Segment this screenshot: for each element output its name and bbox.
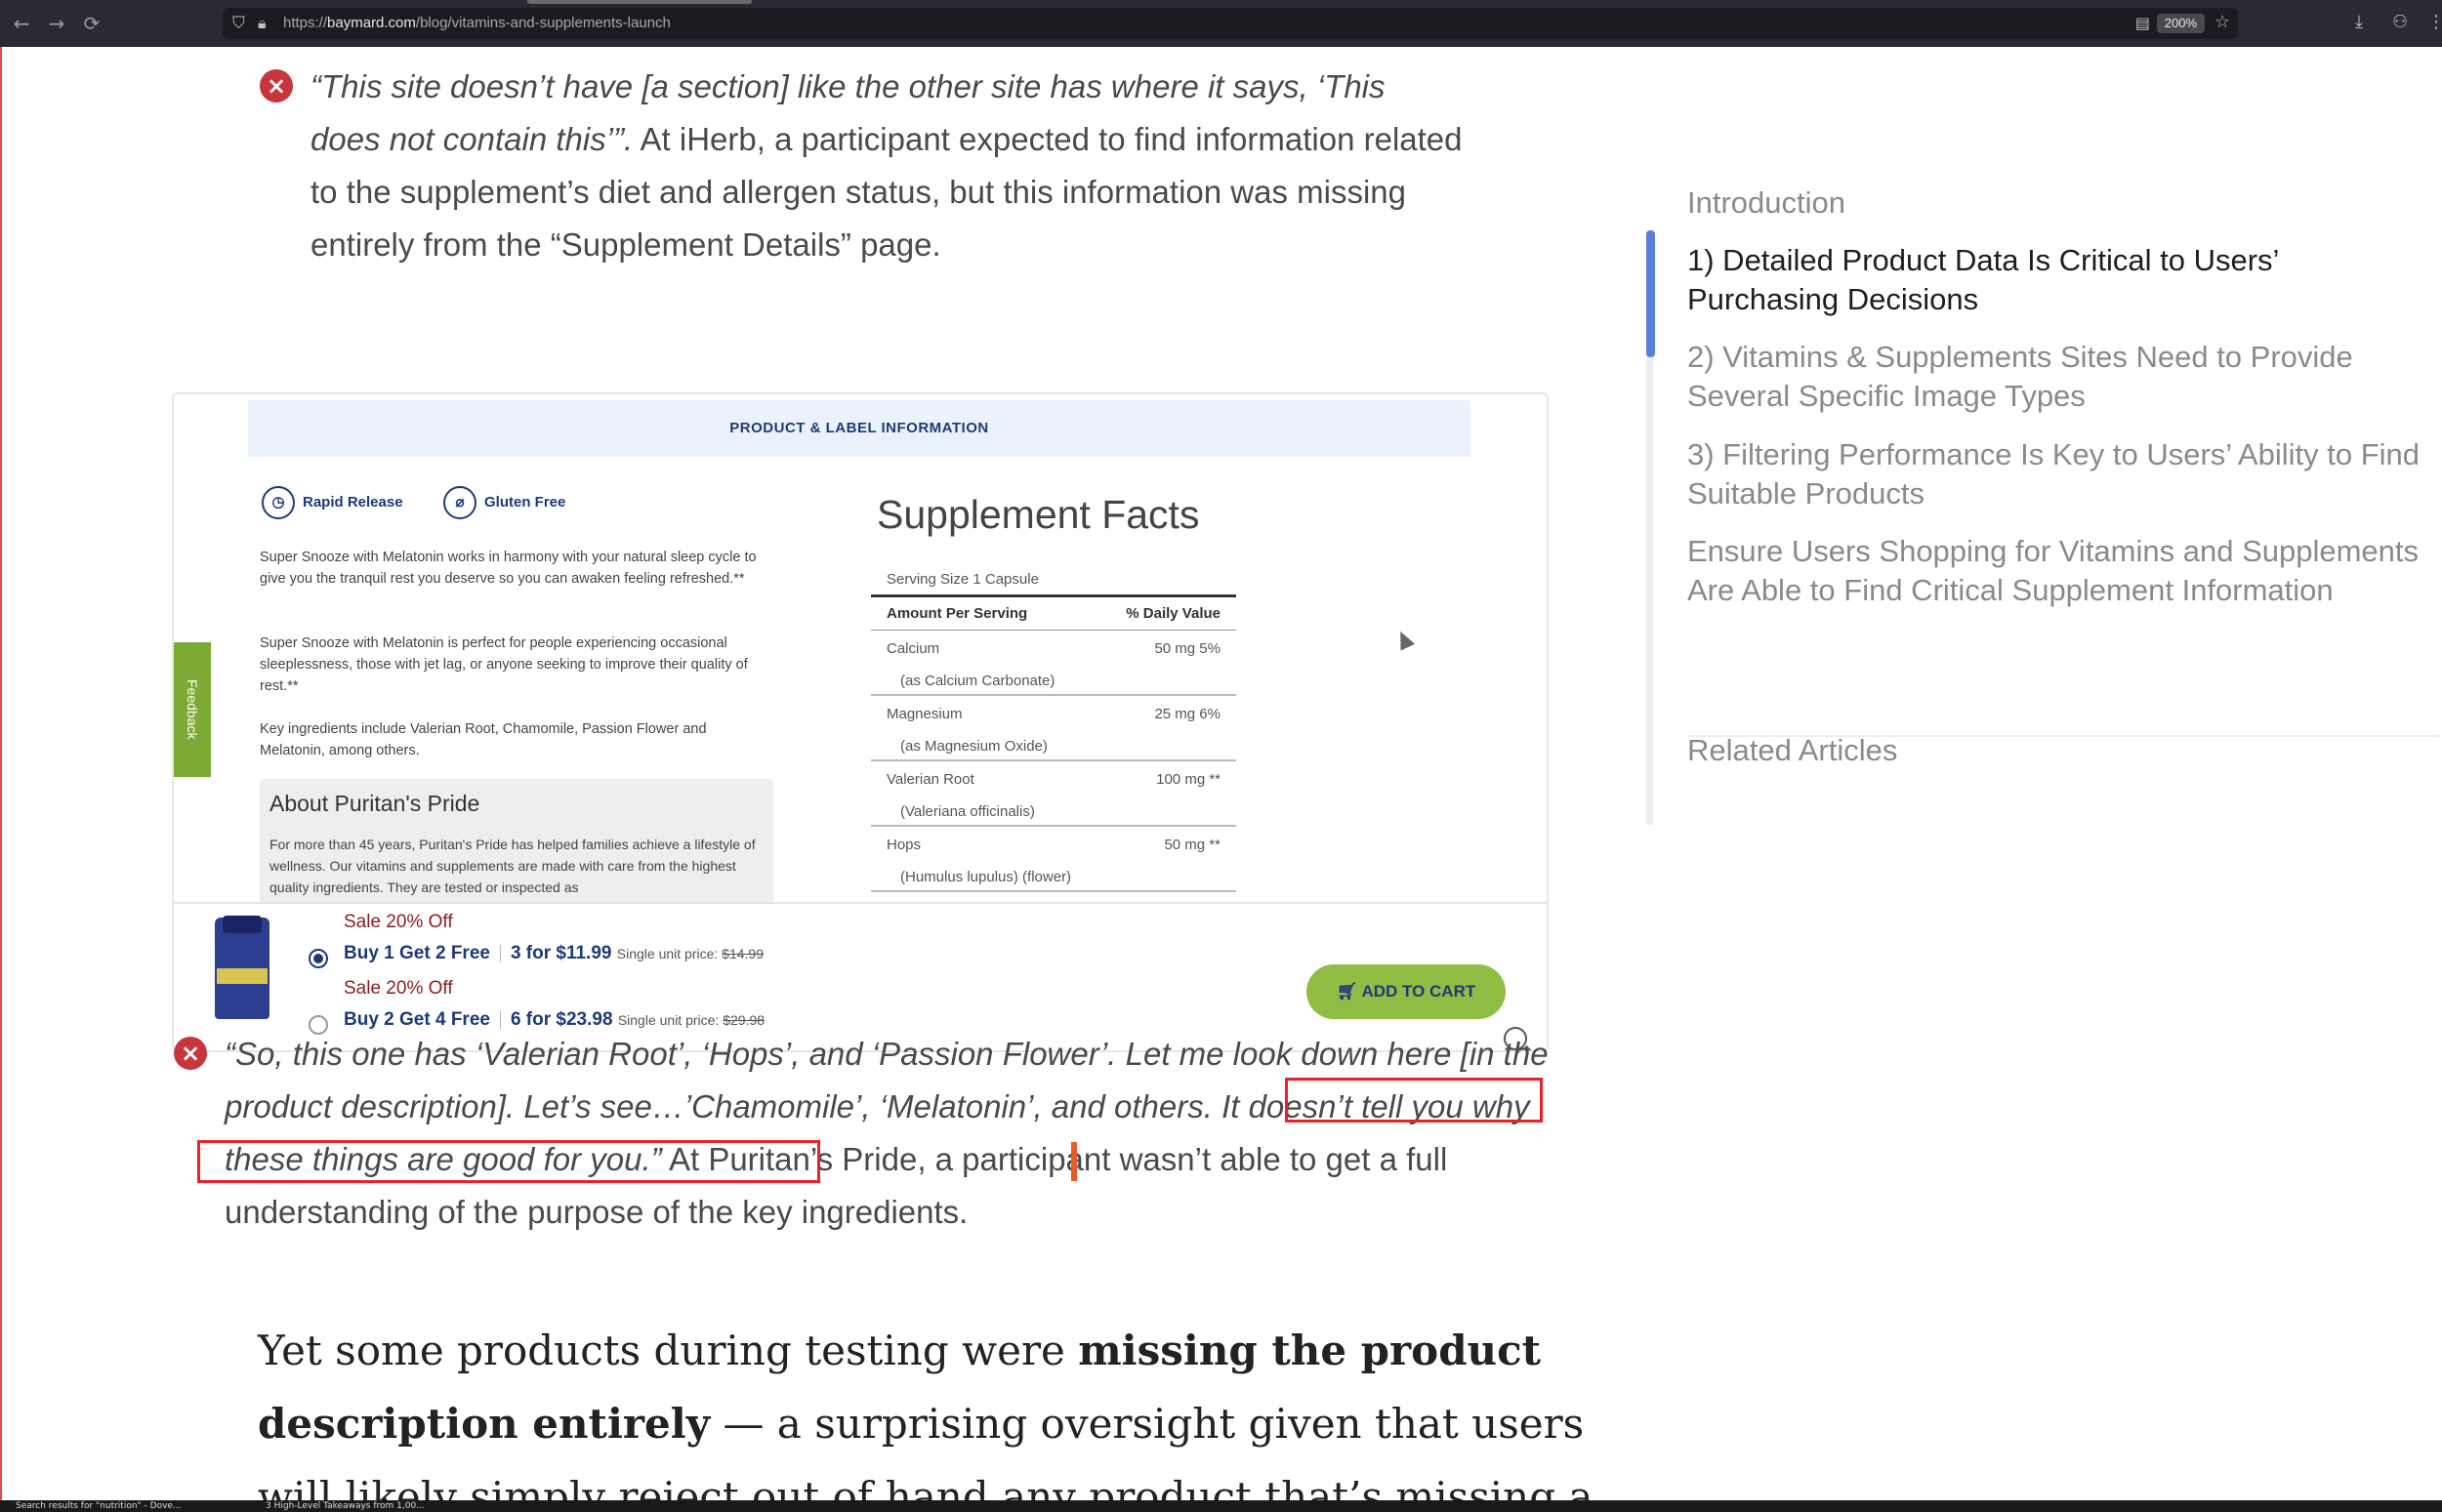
- wheat-icon: ⌀: [443, 486, 476, 519]
- product-label-header: PRODUCT & LABEL INFORMATION: [248, 400, 1470, 457]
- extension-icon[interactable]: ⚇: [2392, 12, 2408, 32]
- description-paragraph: Super Snooze with Melatonin works in har…: [260, 550, 757, 587]
- url-text[interactable]: https://baymard.com/blog/vitamins-and-su…: [283, 15, 671, 31]
- toc-progress-indicator: [1646, 230, 1655, 357]
- taskbar-item[interactable]: Search results for "nutrition" - Dove...: [16, 1500, 182, 1512]
- text-caret: [1071, 1142, 1077, 1181]
- supplement-facts-table: Serving Size 1 Capsule Amount Per Servin…: [871, 562, 1236, 892]
- facts-row: Magnesium 25 mg 6% (as Magnesium Oxide): [871, 696, 1236, 761]
- taskbar-item[interactable]: 3 High-Level Takeaways from 1,00...: [266, 1500, 425, 1512]
- sale-label: Sale 20% Off: [344, 978, 453, 999]
- toc-item-introduction[interactable]: Introduction: [1687, 184, 2429, 223]
- toc-item-section-3[interactable]: 3) Filtering Performance Is Key to Users…: [1687, 435, 2429, 513]
- highlight-box: [1285, 1078, 1543, 1123]
- error-x-icon: ×: [260, 69, 293, 102]
- rapid-release-badge: ◷ Rapid Release: [262, 486, 403, 519]
- cart-icon: 🛒︎: [1336, 982, 1362, 1001]
- add-to-cart-button[interactable]: 🛒︎ ADD TO CART: [1306, 964, 1506, 1019]
- shield-icon[interactable]: ⛉: [232, 14, 245, 33]
- sale-label: Sale 20% Off: [344, 912, 453, 932]
- supplement-facts-title: Supplement Facts: [877, 492, 1200, 537]
- finding-quote-puritans: “So, this one has ‘Valerian Root’, ‘Hops…: [225, 1028, 1552, 1239]
- star-icon[interactable]: ☆: [2214, 12, 2230, 32]
- clock-icon: ◷: [262, 486, 295, 519]
- article-paragraph: Yet some products during testing were mi…: [258, 1327, 1594, 1512]
- description-paragraph: Key ingredients include Valerian Root, C…: [260, 721, 707, 758]
- toc-item-section-2[interactable]: 2) Vitamins & Supplements Sites Need to …: [1687, 338, 2429, 416]
- browser-toolbar: ← → ⟳ ⛉ 🔒︎ https://baymard.com/blog/vita…: [0, 0, 2442, 47]
- os-taskbar: Search results for "nutrition" - Dove...…: [0, 1500, 2442, 1512]
- active-tab-indicator: [527, 0, 752, 4]
- back-icon[interactable]: ←: [10, 12, 33, 35]
- serving-size: Serving Size 1 Capsule: [871, 562, 1236, 597]
- toc-item-section-1[interactable]: 1) Detailed Product Data Is Critical to …: [1687, 241, 2429, 319]
- description-paragraph: Super Snooze with Melatonin is perfect f…: [260, 635, 748, 694]
- gluten-free-badge: ⌀ Gluten Free: [443, 486, 565, 519]
- offer-line: Buy 1 Get 2 Free 3 for $11.99 Single unit…: [344, 943, 764, 963]
- highlight-box: [197, 1140, 820, 1183]
- lock-icon[interactable]: 🔒︎: [258, 14, 267, 33]
- download-icon[interactable]: ⤓: [2355, 12, 2363, 32]
- forward-icon[interactable]: →: [45, 12, 68, 35]
- product-screenshot: PRODUCT & LABEL INFORMATION ◷ Rapid Relea…: [172, 392, 1549, 1052]
- facts-row: Hops 50 mg ** (Humulus lupulus) (flower): [871, 827, 1236, 892]
- facts-row: Valerian Root 100 mg ** (Valeriana officin…: [871, 761, 1236, 827]
- reload-icon[interactable]: ⟳: [80, 12, 103, 35]
- reader-icon[interactable]: ▤: [2135, 14, 2150, 32]
- about-brand-title: About Puritan's Pride: [269, 791, 480, 816]
- facts-header-row: Amount Per Serving% Daily Value: [871, 597, 1236, 631]
- feedback-tab[interactable]: Feedback: [174, 642, 211, 777]
- address-bar[interactable]: ⛉ 🔒︎ https://baymard.com/blog/vitamins-a…: [223, 8, 2238, 39]
- error-x-icon: ×: [174, 1037, 207, 1070]
- finding-quote-iherb: “This site doesn’t have [a section] like…: [310, 61, 1463, 271]
- zoom-level[interactable]: 200%: [2156, 14, 2205, 33]
- facts-row: Calcium 50 mg 5% (as Calcium Carbonate): [871, 631, 1236, 696]
- toc-related-articles[interactable]: Related Articles: [1687, 731, 2429, 770]
- offer-radio[interactable]: [309, 949, 328, 968]
- product-thumbnail: [215, 916, 269, 1019]
- about-brand-text: For more than 45 years, Puritan's Pride …: [269, 837, 756, 895]
- toc-item-conclusion[interactable]: Ensure Users Shopping for Vitamins and S…: [1687, 532, 2429, 610]
- overflow-icon[interactable]: ⋮: [2427, 12, 2442, 32]
- page-content: × “This site doesn’t have [a section] li…: [0, 47, 2442, 1512]
